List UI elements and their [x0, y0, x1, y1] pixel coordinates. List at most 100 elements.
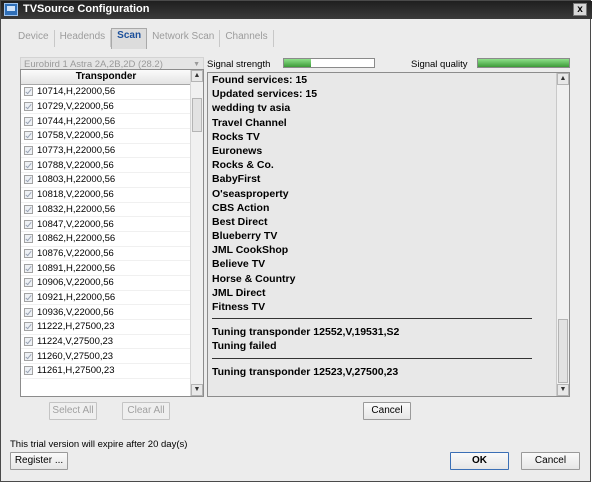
transponder-row[interactable]: 10729,V,22000,56 — [21, 100, 191, 115]
transponder-label: 10773,H,22000,56 — [37, 145, 116, 157]
tab-bar: Device Headends Scan Network Scan Channe… — [14, 28, 274, 49]
log-separator — [212, 357, 532, 359]
tab-headends[interactable]: Headends — [55, 30, 112, 47]
transponder-row[interactable]: 11261,H,27500,23 — [21, 364, 191, 379]
scroll-up-icon[interactable]: ▲ — [557, 73, 569, 85]
transponder-checkbox[interactable] — [24, 146, 33, 156]
scrollbar-thumb[interactable] — [192, 98, 202, 132]
log-scrollbar[interactable]: ▲ ▼ — [556, 73, 569, 396]
transponder-row[interactable]: 10891,H,22000,56 — [21, 261, 191, 276]
transponder-checkbox[interactable] — [24, 366, 33, 376]
transponder-checkbox[interactable] — [24, 351, 33, 361]
transponder-row[interactable]: 10788,V,22000,56 — [21, 158, 191, 174]
log-line: wedding tv asia — [212, 102, 291, 115]
transponder-label: 10714,H,22000,56 — [37, 86, 116, 98]
transponder-checkbox[interactable] — [24, 219, 33, 229]
transponder-label: 10818,V,22000,56 — [37, 189, 114, 201]
transponder-row[interactable]: 10847,V,22000,56 — [21, 217, 191, 232]
transponder-checkbox[interactable] — [24, 116, 33, 126]
transponder-label: 11261,H,27500,23 — [37, 365, 115, 377]
cancel-button[interactable]: Cancel — [521, 452, 580, 470]
transponder-checkbox[interactable] — [24, 248, 33, 258]
transponder-checkbox[interactable] — [24, 131, 33, 141]
log-line: Believe TV — [212, 258, 266, 271]
scrollbar-thumb[interactable] — [558, 319, 568, 383]
log-line: CBS Action — [212, 201, 270, 214]
transponder-label: 10788,V,22000,56 — [37, 159, 114, 171]
transponder-row[interactable]: 11260,V,27500,23 — [21, 349, 191, 365]
title-bar[interactable]: TVSource Configuration x — [1, 1, 592, 19]
transponder-row[interactable]: 11224,V,27500,23 — [21, 335, 191, 350]
log-line: Travel Channel — [212, 116, 287, 129]
log-line: JML CookShop — [212, 244, 289, 257]
transponder-label: 10921,H,22000,56 — [37, 291, 116, 303]
transponder-row[interactable]: 10773,H,22000,56 — [21, 144, 191, 159]
transponder-column-header[interactable]: Transponder — [21, 70, 191, 85]
signal-strength-fill — [284, 59, 311, 67]
transponder-row[interactable]: 10714,H,22000,56 — [21, 85, 191, 100]
transponder-checkbox[interactable] — [24, 102, 33, 112]
transponder-row[interactable]: 10921,H,22000,56 — [21, 291, 191, 306]
transponder-checkbox[interactable] — [24, 278, 33, 288]
transponder-row[interactable]: 10832,H,22000,56 — [21, 203, 191, 218]
log-line: BabyFirst — [212, 173, 261, 186]
scan-log: Found services: 15 Updated services: 15 we… — [212, 73, 552, 379]
transponder-checkbox[interactable] — [24, 292, 33, 302]
ok-button[interactable]: OK — [450, 452, 509, 470]
transponder-checkbox[interactable] — [24, 263, 33, 273]
log-line: Euronews — [212, 144, 263, 157]
transponder-row[interactable]: 10936,V,22000,56 — [21, 305, 191, 320]
transponder-label: 10847,V,22000,56 — [37, 218, 114, 230]
transponder-label: 10891,H,22000,56 — [37, 262, 116, 274]
transponder-row[interactable]: 10758,V,22000,56 — [21, 129, 191, 144]
select-all-button[interactable]: Select All — [49, 402, 97, 420]
log-line: O'seasproperty — [212, 187, 289, 200]
scroll-down-icon[interactable]: ▼ — [557, 384, 569, 396]
clear-all-button[interactable]: Clear All — [122, 402, 170, 420]
transponder-row[interactable]: 10803,H,22000,56 — [21, 173, 191, 188]
transponder-checkbox[interactable] — [24, 87, 33, 97]
transponder-label: 10729,V,22000,56 — [37, 101, 114, 113]
tab-device[interactable]: Device — [14, 30, 55, 47]
cancel-scan-button[interactable]: Cancel — [363, 402, 411, 420]
transponder-label: 10758,V,22000,56 — [37, 130, 114, 142]
log-line: Tuning transponder 12552,V,19531,S2 — [212, 326, 400, 339]
transponder-list-panel: Transponder 10714,H,22000,56 10729,V,2200… — [20, 69, 204, 397]
transponder-list: 10714,H,22000,56 10729,V,22000,56 10744,H,… — [21, 85, 191, 379]
transponder-checkbox[interactable] — [24, 337, 33, 347]
tab-scan[interactable]: Scan — [111, 28, 148, 49]
transponder-row[interactable]: 10744,H,22000,56 — [21, 114, 191, 130]
transponder-scrollbar[interactable]: ▲ ▼ — [190, 70, 203, 396]
transponder-checkbox[interactable] — [24, 322, 33, 332]
tab-channels[interactable]: Channels — [220, 30, 274, 47]
signal-quality-meter — [477, 58, 570, 68]
scan-log-panel: Found services: 15 Updated services: 15 we… — [207, 72, 570, 397]
transponder-label: 10936,V,22000,56 — [37, 306, 114, 318]
transponder-checkbox[interactable] — [24, 175, 33, 185]
close-button[interactable]: x — [573, 3, 587, 16]
transponder-label: 10862,H,22000,56 — [37, 233, 116, 245]
configuration-window: TVSource Configuration x Device Headends… — [0, 0, 592, 482]
log-line: Tuning transponder 12523,V,27500,23 — [212, 365, 399, 378]
transponder-checkbox[interactable] — [24, 190, 33, 200]
scroll-up-icon[interactable]: ▲ — [191, 70, 203, 82]
transponder-label: 10803,H,22000,56 — [37, 174, 116, 186]
signal-strength-label: Signal strength — [207, 59, 271, 70]
transponder-row[interactable]: 10876,V,22000,56 — [21, 247, 191, 262]
transponder-label: 10906,V,22000,56 — [37, 277, 114, 289]
tab-network-scan[interactable]: Network Scan — [147, 30, 221, 47]
window-title: TVSource Configuration — [23, 3, 150, 15]
transponder-checkbox[interactable] — [24, 307, 33, 317]
transponder-row[interactable]: 10906,V,22000,56 — [21, 276, 191, 291]
scroll-down-icon[interactable]: ▼ — [191, 384, 203, 396]
transponder-row[interactable]: 11222,H,27500,23 — [21, 320, 191, 335]
register-button[interactable]: Register ... — [10, 452, 68, 470]
transponder-row[interactable]: 10818,V,22000,56 — [21, 188, 191, 203]
log-line: Blueberry TV — [212, 230, 278, 243]
log-line: Best Direct — [212, 215, 268, 228]
transponder-label: 11222,H,27500,23 — [37, 321, 115, 333]
transponder-checkbox[interactable] — [24, 234, 33, 244]
transponder-checkbox[interactable] — [24, 160, 33, 170]
transponder-row[interactable]: 10862,H,22000,56 — [21, 232, 191, 247]
transponder-checkbox[interactable] — [24, 204, 33, 214]
